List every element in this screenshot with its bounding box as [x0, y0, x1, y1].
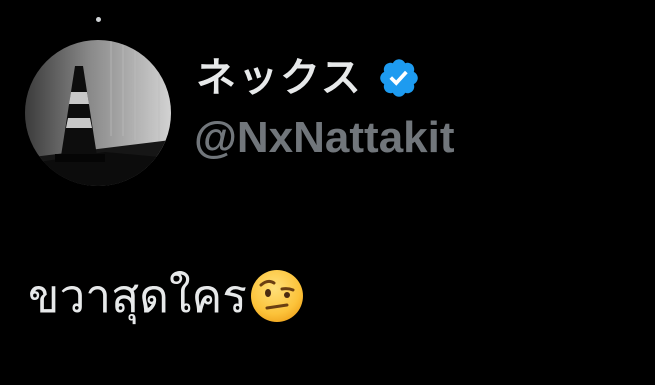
- display-name[interactable]: ネックス: [196, 58, 363, 98]
- author-name-row: ネックス: [196, 50, 421, 106]
- tweet-body: ขวาสุดใคร: [28, 256, 305, 336]
- face-with-raised-eyebrow-icon: [251, 270, 303, 322]
- avatar[interactable]: [25, 40, 171, 186]
- tweet-text: ขวาสุดใคร: [28, 269, 247, 323]
- status-dot: [96, 17, 101, 22]
- avatar-photo: [25, 40, 171, 186]
- verified-badge-icon: [380, 59, 418, 97]
- username-handle[interactable]: @NxNattakit: [194, 116, 455, 160]
